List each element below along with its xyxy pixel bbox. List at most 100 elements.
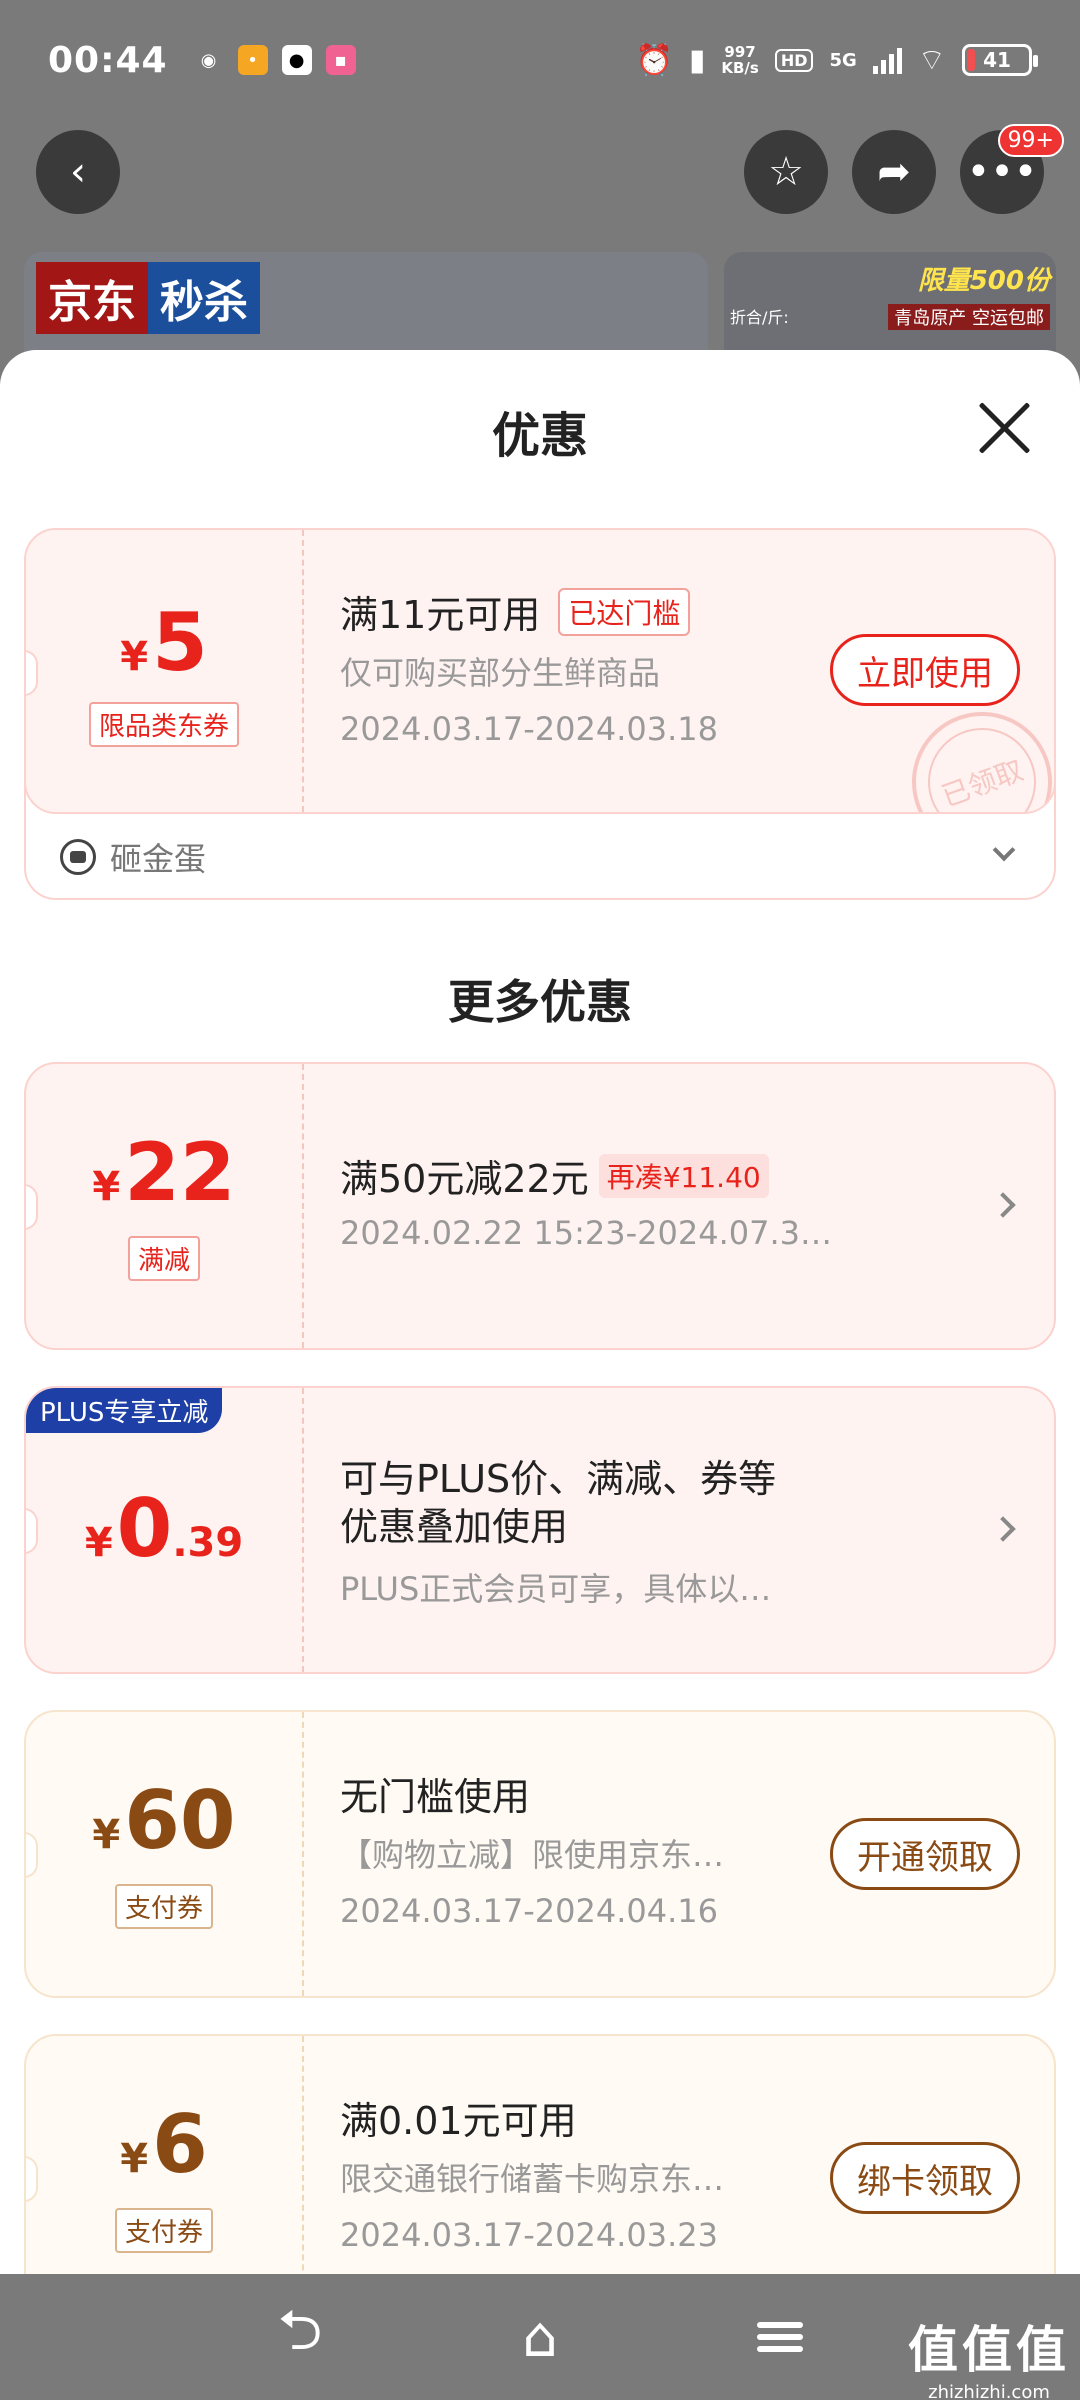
app-notification-icon: • <box>237 45 268 75</box>
coupon-description: 【购物立减】限使用京东… <box>340 1836 725 1874</box>
qq-icon: ● <box>281 45 312 75</box>
currency-symbol: ¥ <box>92 1812 121 1858</box>
coupon-description: PLUS正式会员可享，具体以… <box>340 1570 772 1608</box>
alarm-icon: ⏰ <box>635 42 673 78</box>
coupon-description: 限交通银行储蓄卡购京东… <box>340 2160 725 2198</box>
coupon-title: 无门槛使用 <box>340 1775 531 1819</box>
coupon-date: 2024.03.17-2024.04.16 <box>340 1892 718 1930</box>
nav-menu-button[interactable] <box>740 2297 820 2377</box>
coupon-title-line1: 可与PLUS价、满减、券等 <box>340 1457 777 1501</box>
sheet-title: 优惠 <box>491 408 588 464</box>
coupon-card[interactable]: PLUS专享立减 ¥0.39 可与PLUS价、满减、券等 优惠叠加使用 PLUS… <box>24 1386 1056 1674</box>
nav-back-button[interactable]: ⮌ <box>260 2297 340 2377</box>
use-now-button[interactable]: 立即使用 <box>830 634 1020 706</box>
notification-badge: 99+ <box>997 124 1064 157</box>
coupon-amount: ¥5 <box>26 596 302 689</box>
close-icon[interactable] <box>976 400 1032 456</box>
coupon-amount-value: 60 <box>124 1774 236 1867</box>
banner-origin: 青岛原产 空运包邮 <box>888 304 1050 330</box>
vibrate-icon: ▮ <box>688 42 706 78</box>
back-button[interactable]: ‹ <box>36 130 120 214</box>
coupon-amount-value: 6 <box>152 2098 208 2191</box>
share-button[interactable]: ➦ <box>852 130 936 214</box>
coupon-source: 砸金蛋 <box>110 840 207 878</box>
currency-symbol: ¥ <box>92 1164 121 1210</box>
coupon-title: 满50元减22元 <box>340 1157 589 1201</box>
chevron-down-icon[interactable] <box>992 838 1016 862</box>
nav-home-button[interactable]: ⌂ <box>500 2297 580 2377</box>
currency-symbol: ¥ <box>120 634 149 680</box>
watermark-site: zhizhizhi.com <box>928 2382 1050 2400</box>
coupon-amount-value: 22 <box>124 1126 236 1219</box>
currency-symbol: ¥ <box>84 1520 113 1566</box>
net-speed-unit: KB/s <box>721 59 759 77</box>
chevron-right-icon[interactable] <box>990 1516 1016 1542</box>
wechat-icon: ◉ <box>200 49 217 71</box>
coupon-amount-decimal: .39 <box>172 1520 244 1566</box>
more-discounts-title: 更多优惠 <box>448 975 632 1029</box>
plus-badge: PLUS专享立减 <box>26 1388 223 1433</box>
coupon-amount: ¥60 <box>26 1774 302 1867</box>
coupon-divider <box>302 1064 304 1348</box>
app-notification-icon: ▪ <box>325 45 356 75</box>
ticket-icon <box>60 839 96 875</box>
bind-card-claim-button[interactable]: 绑卡领取 <box>830 2142 1020 2214</box>
banner-tag-seckill: 秒杀 <box>148 262 260 334</box>
coupon-date: 2024.02.22 15:23-2024.07.3… <box>340 1214 833 1252</box>
received-stamp: 已领取 <box>892 692 1054 814</box>
coupon-divider <box>302 1712 304 1996</box>
coupon-card[interactable]: ¥22 满减 满50元减22元 再凑¥11.40 2024.02.22 15:2… <box>24 1062 1056 1350</box>
battery-level: 41 <box>983 48 1011 72</box>
coupon-type: 限品类东券 <box>26 702 302 747</box>
battery-icon: 41 <box>962 44 1038 76</box>
watermark: 值值值 zhizhizhi.com <box>908 2310 1070 2400</box>
network-type: 5G <box>829 49 857 71</box>
coupon-source-row[interactable]: 砸金蛋 <box>26 814 1054 898</box>
coupon-date: 2024.03.17-2024.03.18 <box>340 710 718 748</box>
coupon-card: ¥6 支付券 满0.01元可用 限交通银行储蓄卡购京东… 2024.03.17-… <box>24 2034 1056 2274</box>
coupon-threshold-tag: 已达门槛 <box>558 587 691 636</box>
coupon-type-label: 满减 <box>127 1236 200 1281</box>
received-coupon-card: ¥5 限品类东券 满11元可用 已达门槛 仅可购买部分生鲜商品 2024.03.… <box>24 528 1056 900</box>
coupon-divider <box>302 530 304 812</box>
coupon-title-row: 满50元减22元 再凑¥11.40 <box>340 1148 769 1203</box>
coupon-type-label: 支付券 <box>114 2208 213 2253</box>
favorite-button[interactable]: ☆ <box>744 130 828 214</box>
coupon-type: 支付券 <box>26 2208 302 2253</box>
coupon-divider <box>302 2036 304 2274</box>
banner-limited: 限量500份 <box>917 266 1050 296</box>
net-speed: 997 KB/s <box>721 44 758 76</box>
watermark-logo: 值值值 <box>908 2321 1070 2379</box>
coupon-description: 仅可购买部分生鲜商品 <box>340 654 661 692</box>
coupon-amount: ¥0.39 <box>26 1482 302 1575</box>
coupon-title: 满11元可用 <box>340 593 541 637</box>
wifi-icon: ⌔ <box>917 43 946 78</box>
coupon-divider <box>302 1388 304 1672</box>
received-stamp-text: 已领取 <box>937 753 1028 814</box>
coupon-addon-tag: 再凑¥11.40 <box>598 1153 769 1198</box>
signal-icon <box>872 46 902 74</box>
notification-icons: ◉ • ● ▪ <box>194 45 356 75</box>
coupon-type: 支付券 <box>26 1884 302 1929</box>
coupon-type-label: 限品类东券 <box>88 702 239 747</box>
coupon-title-row: 满11元可用 已达门槛 <box>340 584 691 639</box>
chevron-right-icon[interactable] <box>990 1192 1016 1218</box>
coupon-amount: ¥22 <box>26 1126 302 1219</box>
status-time: 00:44 <box>48 39 168 81</box>
coupon-title-line2: 优惠叠加使用 <box>340 1505 569 1549</box>
status-bar: 00:44 ◉ • ● ▪ ⏰ ▮ 997 KB/s HD 5G ⌔ 41 <box>0 0 1080 120</box>
coupon-type-label: 支付券 <box>114 1884 213 1929</box>
coupon-date: 2024.03.17-2024.03.23 <box>340 2216 718 2254</box>
coupon-type: 满减 <box>26 1236 302 1281</box>
banner-fold-price: 折合/斤: <box>730 308 789 327</box>
banner-tag-jd: 京东 <box>36 262 148 334</box>
currency-symbol: ¥ <box>120 2136 149 2182</box>
hd-icon: HD <box>774 48 814 72</box>
net-speed-value: 997 <box>724 43 756 61</box>
coupon-card: ¥5 限品类东券 满11元可用 已达门槛 仅可购买部分生鲜商品 2024.03.… <box>26 530 1054 814</box>
coupon-amount-value: 0 <box>116 1482 173 1575</box>
coupon-amount-value: 5 <box>152 596 208 689</box>
activate-claim-button[interactable]: 开通领取 <box>830 1818 1020 1890</box>
discount-sheet: 优惠 ¥5 限品类东券 满11元可用 已达门槛 仅可购买部分生鲜商品 2024.… <box>0 350 1080 2274</box>
coupon-amount: ¥6 <box>26 2098 302 2191</box>
